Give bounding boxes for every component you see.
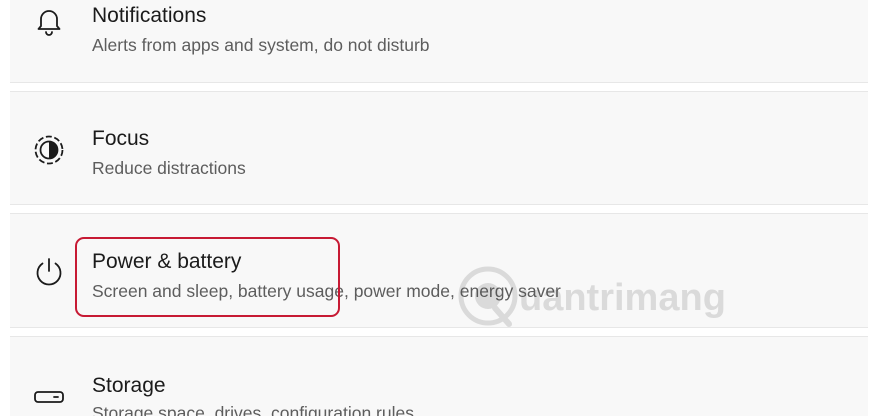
settings-item-focus[interactable]: Focus Reduce distractions bbox=[10, 91, 868, 205]
settings-item-title: Storage bbox=[92, 374, 166, 397]
settings-item-storage[interactable]: Storage Storage space, drives, configura… bbox=[10, 336, 868, 416]
settings-item-subtitle: Screen and sleep, battery usage, power m… bbox=[92, 281, 561, 301]
settings-item-notifications[interactable]: Notifications Alerts from apps and syste… bbox=[10, 0, 868, 83]
settings-item-power-battery[interactable]: Power & battery Screen and sleep, batter… bbox=[10, 213, 868, 328]
settings-item-subtitle: Storage space, drives, configuration rul… bbox=[92, 403, 414, 416]
settings-item-title: Power & battery bbox=[92, 250, 242, 273]
focus-icon bbox=[32, 133, 66, 167]
settings-item-title: Notifications bbox=[92, 4, 207, 27]
storage-icon bbox=[32, 381, 66, 415]
settings-page: Notifications Alerts from apps and syste… bbox=[0, 0, 870, 416]
power-icon bbox=[32, 255, 66, 289]
settings-item-title: Focus bbox=[92, 127, 150, 150]
bell-icon bbox=[32, 4, 66, 38]
settings-item-subtitle: Reduce distractions bbox=[92, 158, 246, 178]
settings-item-subtitle: Alerts from apps and system, do not dist… bbox=[92, 35, 430, 55]
